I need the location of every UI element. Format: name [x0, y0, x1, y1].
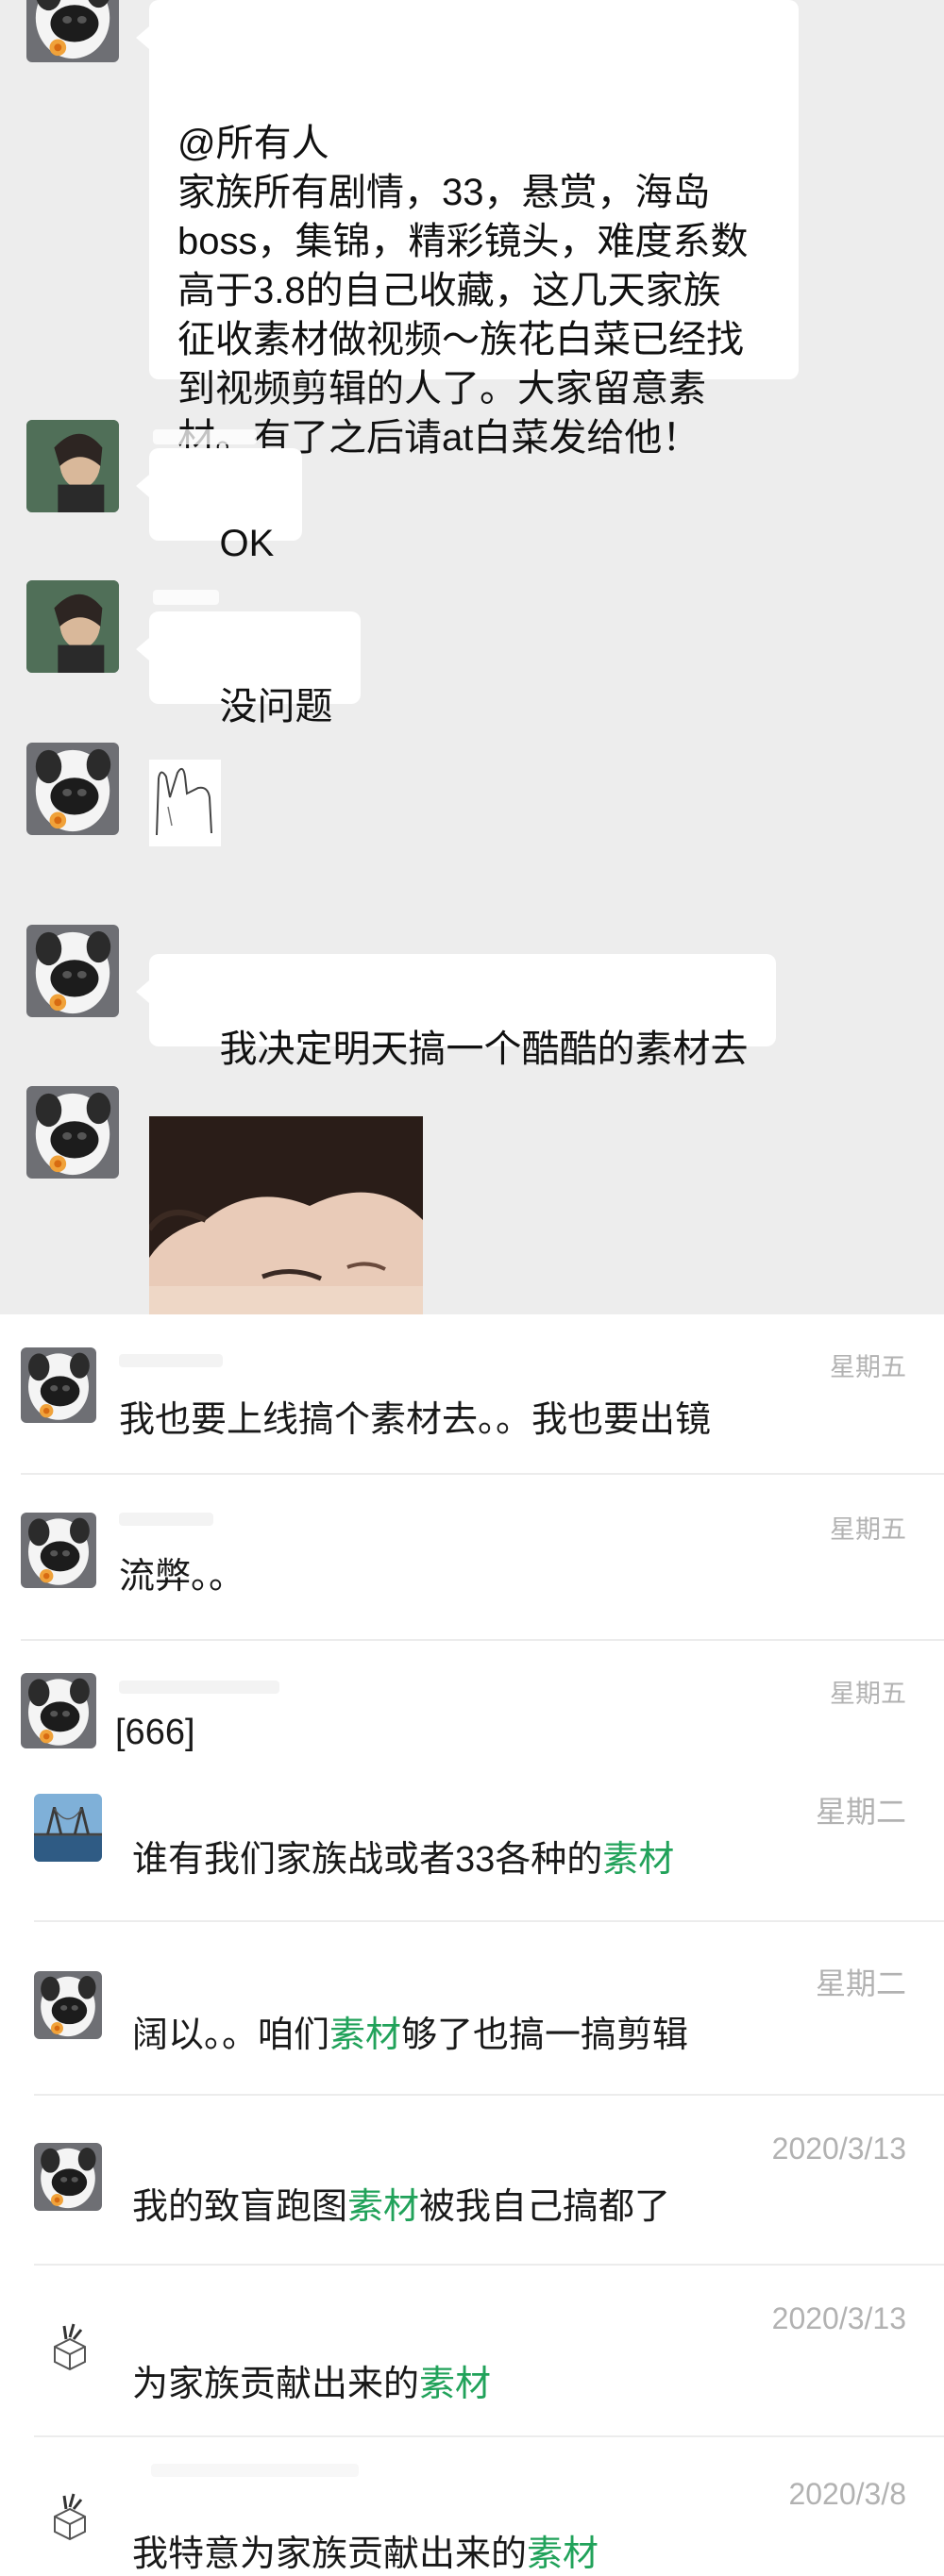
message-time: 星期五 [830, 1680, 906, 1708]
result-text: [666] [115, 1713, 195, 1752]
result-text: 我特意为家族贡献出来的素材 [132, 2534, 599, 2574]
search-results-list: 星期五 我也要上线搞个素材去。。我也要出镜 星期五 流弊。。 星期五 [666]… [0, 1314, 944, 2574]
portrait-avatar-icon[interactable] [26, 580, 119, 673]
dog-avatar-icon [21, 1513, 96, 1588]
message-bubble[interactable]: @所有人 家族所有剧情，33，悬赏，海岛 boss，集锦，精彩镜头，难度系数 高于… [136, 0, 799, 459]
divider [34, 2094, 944, 2096]
result-text: 我的致盲跑图素材被我自己搞都了 [132, 2187, 671, 2227]
message-bubble[interactable]: 我决定明天搞一个酷酷的素材去 [135, 954, 777, 1070]
list-item[interactable]: 星期五 我也要上线搞个素材去。。我也要出镜 [0, 1314, 944, 1475]
keyword-highlight: 素材 [419, 2365, 492, 2404]
result-text: 我也要上线搞个素材去。。我也要出镜 [119, 1400, 712, 1440]
message-time: 2020/3/8 [788, 2477, 906, 2511]
message-bubble[interactable]: 没问题 [135, 611, 362, 728]
portrait-avatar-icon[interactable] [26, 420, 119, 512]
message-time: 星期五 [830, 1353, 906, 1381]
dog-avatar-icon[interactable] [26, 0, 119, 62]
result-text: 谁有我们家族战或者33各种的素材 [132, 1840, 675, 1880]
sender-nickname [119, 1354, 223, 1367]
box-avatar-icon [45, 2492, 94, 2541]
keyword-highlight: 素材 [329, 2016, 402, 2055]
list-item[interactable]: 星期五 流弊。。 [0, 1475, 944, 1641]
keyword-highlight: 素材 [347, 2187, 420, 2227]
message-time: 星期五 [830, 1515, 906, 1544]
divider [34, 1920, 944, 1922]
chat-view: @所有人 家族所有剧情，33，悬赏，海岛 boss，集锦，精彩镜头，难度系数 高于… [0, 0, 944, 1314]
message-text: 家族所有剧情，33，悬赏，海岛 boss，集锦，精彩镜头，难度系数 高于3.8的… [177, 172, 749, 459]
keyword-highlight: 素材 [527, 2534, 599, 2574]
dog-avatar-icon [21, 1673, 96, 1748]
child-photo-icon[interactable] [149, 1116, 423, 1314]
sender-nickname [153, 590, 219, 605]
list-item[interactable]: 2020/3/8 我特意为家族贡献出来的素材 [0, 2445, 944, 2574]
list-item[interactable]: 星期二 阔以。。咱们素材够了也搞一搞剪辑 [0, 1939, 944, 2105]
sender-nickname [151, 2464, 359, 2477]
hand-sketch-sticker-icon[interactable] [149, 760, 221, 846]
message-time: 2020/3/13 [771, 2301, 906, 2335]
sender-nickname [119, 1681, 279, 1694]
list-item[interactable]: 星期二 谁有我们家族战或者33各种的素材 [0, 1773, 944, 1939]
sender-nickname [119, 1513, 213, 1526]
dog-avatar-icon[interactable] [26, 743, 119, 835]
dog-avatar-icon [34, 1971, 102, 2039]
result-text: 为家族贡献出来的素材 [132, 2365, 492, 2404]
dog-avatar-icon[interactable] [26, 925, 119, 1017]
message-time: 星期二 [815, 1966, 906, 2000]
sender-nickname [153, 429, 257, 444]
message-bubble[interactable]: OK [135, 448, 303, 564]
dog-avatar-icon [21, 1347, 96, 1423]
message-text: 我决定明天搞一个酷酷的素材去 [219, 1029, 749, 1070]
message-time: 星期二 [815, 1795, 906, 1829]
keyword-highlight: 素材 [602, 1840, 675, 1880]
mention-all[interactable]: @所有人 [177, 119, 770, 168]
dog-avatar-icon [34, 2143, 102, 2211]
divider [34, 2435, 944, 2437]
box-avatar-icon [45, 2322, 94, 2371]
bridge-avatar-icon [34, 1794, 102, 1862]
dog-avatar-icon[interactable] [26, 1086, 119, 1179]
message-text: 没问题 [219, 686, 333, 728]
message-text: OK [219, 523, 275, 564]
divider [34, 2264, 944, 2266]
result-text: 流弊。。 [119, 1557, 245, 1597]
message-time: 2020/3/13 [771, 2132, 906, 2166]
list-item[interactable]: 2020/3/13 为家族贡献出来的素材 [0, 2275, 944, 2445]
list-item[interactable]: 星期五 [666] [0, 1641, 944, 1773]
list-item[interactable]: 2020/3/13 我的致盲跑图素材被我自己搞都了 [0, 2105, 944, 2275]
result-text: 阔以。。咱们素材够了也搞一搞剪辑 [132, 2016, 689, 2055]
